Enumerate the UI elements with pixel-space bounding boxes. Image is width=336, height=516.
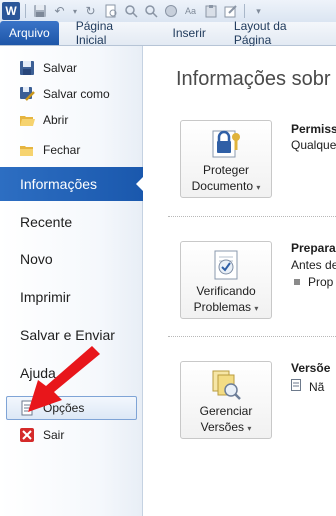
inspect-document-icon xyxy=(208,248,244,282)
redo-icon[interactable]: ↻ xyxy=(82,3,99,20)
versions-icon xyxy=(208,368,244,402)
circle-icon[interactable] xyxy=(162,3,179,20)
manage-label-1: Gerenciar xyxy=(199,404,253,418)
zoom-in-icon[interactable] xyxy=(122,3,139,20)
save-icon xyxy=(19,60,35,76)
save-icon[interactable] xyxy=(31,3,48,20)
zoom-out-icon[interactable] xyxy=(142,3,159,20)
check-label-1: Verificando xyxy=(196,284,256,298)
font-size-icon[interactable]: Aa xyxy=(182,3,199,20)
open-label: Abrir xyxy=(43,113,69,127)
print-preview-icon[interactable] xyxy=(102,3,119,20)
tab-file[interactable]: Arquivo xyxy=(0,21,59,45)
check-label-2: Problemas xyxy=(193,300,251,314)
protect-label-line: Documento ▾ xyxy=(192,179,261,195)
red-arrow-icon xyxy=(28,346,100,412)
lock-key-icon xyxy=(208,127,244,161)
undo-icon[interactable]: ↶ xyxy=(51,3,68,20)
edit-icon[interactable] xyxy=(222,3,239,20)
save-as-icon xyxy=(19,86,35,102)
prepare-bullet: Prop xyxy=(294,275,333,289)
prepare-title: Prepara xyxy=(291,241,336,255)
prepare-bullet-text: Prop xyxy=(308,275,334,289)
ribbon-tabs: Arquivo Página Inicial Inserir Layout da… xyxy=(0,19,336,47)
page-title: Informações sobr xyxy=(176,68,331,90)
section-divider xyxy=(168,216,336,217)
versions-bullet-text: Nã xyxy=(309,379,325,394)
protect-label-1: Proteger xyxy=(202,163,250,177)
save-as-command[interactable]: Salvar como xyxy=(0,82,143,106)
protect-label-2: Documento xyxy=(191,179,253,193)
save-label: Salvar xyxy=(43,61,78,75)
tab-page-layout[interactable]: Layout da Página xyxy=(218,19,336,47)
versions-title: Versõe xyxy=(291,361,331,375)
check-label-line: Problemas ▾ xyxy=(194,300,259,316)
exit-icon xyxy=(19,427,35,443)
document-icon xyxy=(291,379,301,394)
protect-document-button[interactable]: Proteger Documento ▾ xyxy=(180,120,272,198)
section-divider xyxy=(168,336,336,337)
undo-dropdown-icon[interactable]: ▾ xyxy=(71,3,79,20)
tab-insert[interactable]: Inserir xyxy=(157,21,218,45)
info-panel: Informações sobr Proteger Documento ▾ Pe… xyxy=(144,46,336,516)
word-logo-icon[interactable]: W xyxy=(2,2,20,20)
manage-label-line: Versões ▾ xyxy=(201,420,252,436)
close-folder-icon xyxy=(19,142,35,158)
nav-new[interactable]: Novo xyxy=(0,242,143,276)
prepare-description: Antes de xyxy=(291,258,336,272)
save-as-label: Salvar como xyxy=(43,87,110,101)
customize-toolbar-icon[interactable]: ▾ xyxy=(250,3,267,20)
exit-label: Sair xyxy=(43,428,65,442)
save-command[interactable]: Salvar xyxy=(0,56,143,80)
backstage-nav: Salvar Salvar como Abrir Fechar Informaç… xyxy=(0,46,144,516)
dropdown-caret-icon: ▾ xyxy=(247,424,252,433)
paste-icon[interactable] xyxy=(202,3,219,20)
nav-print[interactable]: Imprimir xyxy=(0,280,143,314)
nav-info[interactable]: Informações xyxy=(0,167,144,201)
check-issues-button[interactable]: Verificando Problemas ▾ xyxy=(180,241,272,319)
open-folder-icon xyxy=(19,112,35,128)
nav-recent[interactable]: Recente xyxy=(0,205,143,239)
manage-versions-button[interactable]: Gerenciar Versões ▾ xyxy=(180,361,272,439)
permissions-description: Qualque xyxy=(291,138,336,152)
close-label: Fechar xyxy=(43,143,81,157)
versions-bullet: Nã xyxy=(291,379,324,394)
open-command[interactable]: Abrir xyxy=(0,108,143,132)
permissions-title: Permiss xyxy=(291,122,336,136)
bullet-icon xyxy=(294,279,300,285)
exit-command[interactable]: Sair xyxy=(0,423,143,447)
close-command[interactable]: Fechar xyxy=(0,138,143,162)
manage-label-2: Versões xyxy=(200,420,244,434)
dropdown-caret-icon: ▾ xyxy=(256,183,261,192)
tab-home[interactable]: Página Inicial xyxy=(59,19,157,47)
toolbar-separator xyxy=(25,4,26,18)
toolbar-separator xyxy=(244,4,245,18)
dropdown-caret-icon: ▾ xyxy=(254,304,259,313)
